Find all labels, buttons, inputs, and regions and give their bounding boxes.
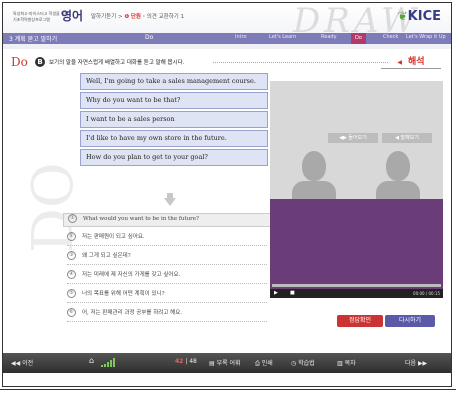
answer-number: ⑥ [67, 308, 76, 317]
answer-number: ④ [67, 270, 76, 279]
page-current: 42 [175, 358, 184, 365]
tab-lets-learn[interactable]: Let's Learn [269, 34, 296, 40]
answer-number: ⑤ [67, 289, 76, 298]
answer-number: ① [68, 214, 77, 223]
leaf-icon: ❦ [397, 9, 408, 23]
answer-row[interactable]: ⑥ 어, 저는 판매관리 과정 공부를 하려고 해요. [67, 308, 267, 322]
speaker-head [302, 151, 326, 181]
speaker-body [376, 181, 420, 199]
toc-button[interactable]: ▥ 목차 [337, 358, 356, 367]
answer-row[interactable]: ④ 저는 미래에 제 자신의 가게를 갖고 싶어요. [67, 270, 267, 284]
study-method-button[interactable]: ◷ 학습법 [291, 358, 315, 367]
bottom-rule [0, 389, 456, 390]
answer-number: ② [67, 232, 76, 241]
kice-logo: ❦KICE [398, 9, 441, 24]
page-total: 48 [189, 358, 197, 365]
volume-icon[interactable] [101, 358, 119, 367]
listen-button[interactable]: ◀▶ 들어보기 [328, 133, 378, 143]
footer-bar: ◀◀ 이전 ⌂ 42 | 48 ▤ 부록 어휘 ⎙ 인쇄 ◷ 학습법 ▥ 목차 … [3, 353, 451, 373]
next-button[interactable]: 다음 ▶▶ [405, 358, 427, 367]
app-frame: 특성화고·마이스터고 학생을 위한 기초학력향상프로그램 영어 말하기듣기 > … [2, 2, 452, 387]
unit-number: ❶ [124, 14, 130, 20]
answer-row[interactable]: ⑤ 너의 목표를 위해 어떤 계획이 있니? [67, 289, 267, 303]
instruction-badge: B [35, 57, 45, 67]
breadcrumb-prefix: 말하기듣기 > [91, 14, 123, 20]
tab-check[interactable]: Check [383, 34, 398, 40]
video-caption-area [270, 199, 443, 289]
tab-wrap-up[interactable]: Let's Wrap it Up [406, 34, 446, 40]
instruction-text: 보기의 말을 자연스럽게 배열하고 대화를 듣고 말해 봅시다. [49, 60, 185, 66]
answer-text: 저는 미래에 제 자신의 가게를 갖고 싶어요. [82, 272, 181, 278]
translation-button[interactable]: ◀ 해석 [381, 55, 441, 69]
sentence-card[interactable]: I want to be a sales person [80, 111, 268, 128]
breadcrumb-rest: 의견 교환하기 1 [146, 14, 185, 20]
prev-button[interactable]: ◀◀ 이전 [11, 358, 33, 367]
video-player[interactable]: ◀▶ 들어보기 ◀ 말해보기 ▶ ■ 00:00 / 00:15 [270, 81, 443, 298]
unit-label: 단원 · [130, 14, 145, 20]
home-icon[interactable]: ⌂ [89, 356, 94, 365]
answer-text: 왜 그게 되고 싶은데? [82, 253, 131, 259]
speaker-body [292, 181, 336, 199]
subject-title: 영어 [61, 9, 84, 23]
answer-row[interactable]: ② 저는 판매원이 되고 싶어요. [67, 232, 267, 246]
breadcrumb: 말하기듣기 > ❶ 단원 · 의견 교환하기 1 [91, 12, 184, 20]
page-indicator: 42 | 48 [175, 358, 197, 365]
lesson-navbar: 3 계획 묻고 말하기 Do Intro Let's Learn Ready D… [3, 33, 451, 44]
arrow-left-icon: ◀ [397, 59, 403, 66]
sentence-card[interactable]: Well, I'm going to take a sales manageme… [80, 73, 268, 90]
logo-text: KICE [407, 9, 441, 24]
time-readout: 00:00 / 00:15 [413, 291, 440, 296]
answer-row[interactable]: ③ 왜 그게 되고 싶은데? [67, 251, 267, 265]
speaker-head [386, 151, 410, 181]
check-answer-button[interactable]: 정답확인 [337, 315, 383, 327]
tab-ready[interactable]: Ready [321, 34, 337, 40]
answer-text: 어, 저는 판매관리 과정 공부를 하려고 해요. [82, 310, 183, 316]
sentence-card[interactable]: I'd like to have my own store in the fut… [80, 130, 268, 147]
print-button[interactable]: ⎙ 인쇄 [255, 358, 273, 368]
tab-intro[interactable]: Intro [235, 34, 247, 40]
answer-row[interactable]: ① What would you want to be in the future… [63, 213, 271, 227]
lesson-step: 3 계획 묻고 말하기 [9, 36, 58, 43]
speak-button[interactable]: ◀ 말해보기 [382, 133, 432, 143]
tab-do[interactable]: Do [351, 33, 366, 44]
translation-label: 해석 [408, 57, 425, 67]
stop-icon[interactable]: ■ [290, 290, 295, 296]
answer-text: 너의 목표를 위해 어떤 계획이 있니? [82, 291, 165, 297]
sentence-card[interactable]: Why do you want to be that? [80, 92, 268, 109]
play-icon[interactable]: ▶ [274, 290, 278, 296]
answer-text: What would you want to be in the future? [83, 216, 199, 222]
retry-button[interactable]: 다시하기 [385, 315, 435, 327]
page-separator: | [185, 358, 188, 365]
section-label: Do [145, 34, 154, 41]
seek-bar[interactable] [272, 284, 441, 287]
down-arrow-icon [164, 198, 176, 206]
divider [213, 62, 388, 63]
video-controls: ▶ ■ 00:00 / 00:15 [270, 289, 443, 298]
answer-text: 저는 판매원이 되고 싶어요. [82, 234, 145, 240]
section-heading: Do [11, 55, 28, 69]
appendix-vocab-button[interactable]: ▤ 부록 어휘 [209, 358, 241, 367]
sentence-card[interactable]: How do you plan to get to your goal? [80, 149, 268, 166]
answer-number: ③ [67, 251, 76, 260]
